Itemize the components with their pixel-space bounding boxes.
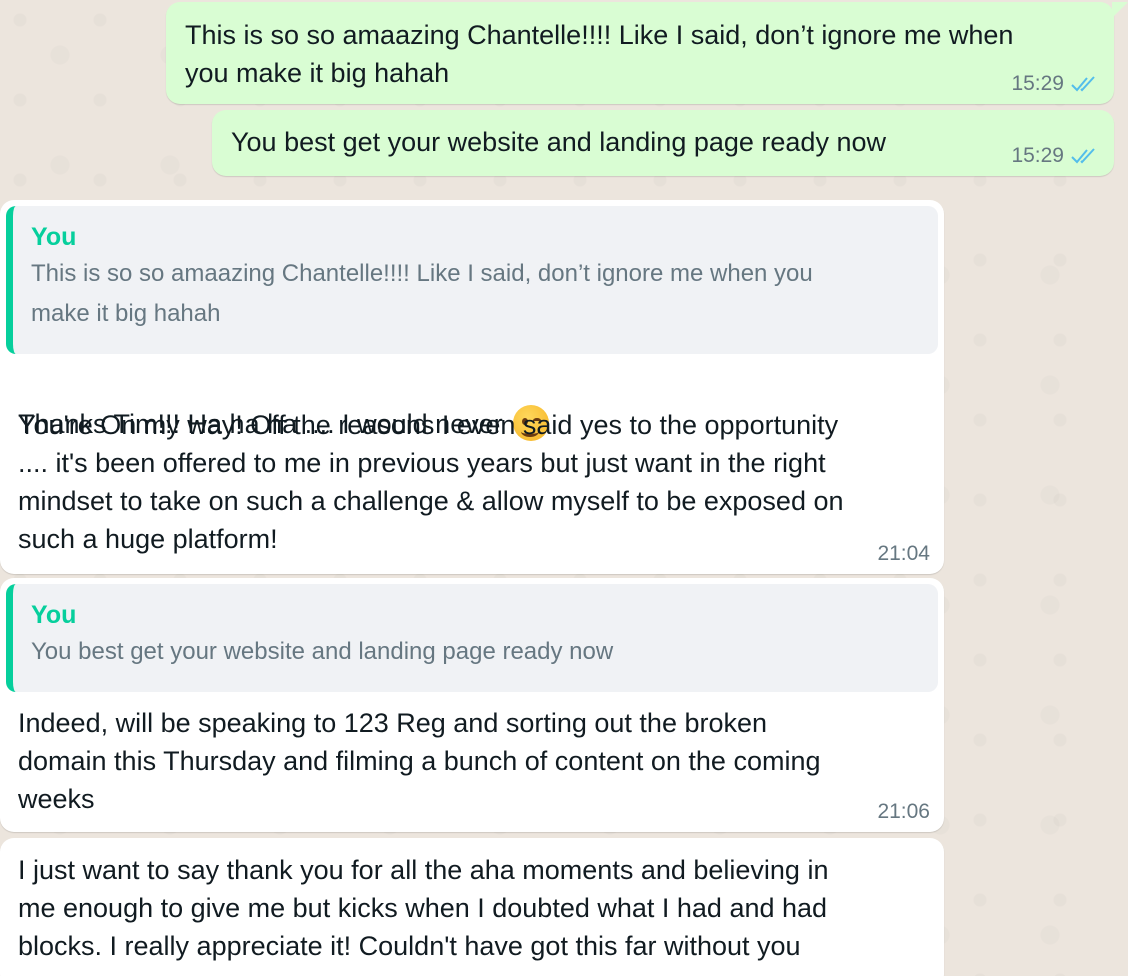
message-time: 15:29 [1011, 144, 1064, 167]
double-check-read-icon [1071, 148, 1095, 164]
quoted-text: You best get your website and landing pa… [31, 638, 614, 665]
message-time: 21:06 [877, 800, 930, 823]
quoted-text: This is so so amaazing Chantelle!!!! Lik… [31, 260, 813, 327]
chat-pane[interactable]: This is so so amaazing Chantelle!!!! Lik… [0, 0, 1128, 976]
message-meta: 21:04 [877, 542, 930, 566]
quoted-author: You [31, 601, 77, 629]
quoted-author: You [31, 223, 77, 251]
message-text: Indeed, will be speaking to 123 Reg and … [18, 708, 821, 814]
message-text: This is so so amaazing Chantelle!!!! Lik… [185, 20, 1014, 88]
quoted-message[interactable]: You This is so so amaazing Chantelle!!!!… [6, 206, 938, 354]
message-text: You're On my way! Off the reasons I even… [18, 410, 844, 554]
message-time: 15:29 [1011, 72, 1064, 95]
message-meta: 15:29 [1011, 144, 1100, 168]
message-text: I just want to say thank you for all the… [18, 855, 829, 961]
message-meta: 15:29 [1011, 72, 1100, 96]
message-time: 21:04 [877, 542, 930, 565]
incoming-message[interactable]: You This is so so amaazing Chantelle!!!!… [0, 200, 944, 574]
bubble-tail [1112, 2, 1128, 18]
incoming-message[interactable]: I just want to say thank you for all the… [0, 838, 944, 976]
outgoing-message[interactable]: You best get your website and landing pa… [212, 110, 1114, 176]
double-check-read-icon [1071, 76, 1095, 92]
quoted-message[interactable]: You You best get your website and landin… [6, 584, 938, 692]
incoming-message[interactable]: You You best get your website and landin… [0, 578, 944, 832]
message-text: You best get your website and landing pa… [231, 127, 886, 157]
outgoing-message[interactable]: This is so so amaazing Chantelle!!!! Lik… [166, 2, 1128, 104]
message-meta: 21:06 [877, 800, 930, 824]
